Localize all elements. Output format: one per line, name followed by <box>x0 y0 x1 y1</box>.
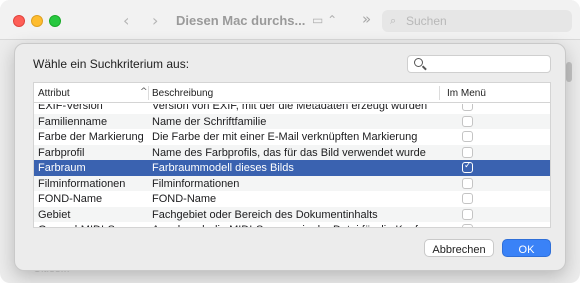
table-row[interactable]: Farbraum Farbraummodell dieses Bilds ✓ <box>34 160 550 176</box>
in-menu-checkbox[interactable] <box>462 208 473 220</box>
scrollbar[interactable] <box>566 62 572 82</box>
minimize-window-button[interactable] <box>31 15 43 27</box>
table-row[interactable]: Filminformationen Filminformationen <box>34 175 550 191</box>
sheet-prompt: Wähle ein Suchkriterium aus: <box>33 57 190 71</box>
row-description: FOND-Name <box>152 193 217 205</box>
close-window-button[interactable] <box>13 15 25 27</box>
attribute-table: Attribut ^ Beschreibung Im Menü EXIF-Ver… <box>33 82 551 228</box>
table-rows: EXIF-Version Version von EXIF, mit der di… <box>34 104 550 227</box>
window-title: Diesen Mac durchs... <box>176 13 306 28</box>
table-row[interactable]: General-MIDI-SequenzAngabe, ob die MIDI-… <box>34 222 550 227</box>
row-attribute: Filminformationen <box>38 177 126 190</box>
row-description: Name der Schriftfamilie <box>152 115 267 128</box>
search-icon <box>414 58 423 67</box>
row-description: Version von EXIF, mit der die Metadaten … <box>152 104 428 112</box>
table-row[interactable]: Farbe der Markierung Die Farbe der mit ei… <box>34 129 550 145</box>
row-attribute: Farbraum <box>38 162 86 174</box>
table-row[interactable]: EXIF-Version Version von EXIF, mit der di… <box>34 104 550 114</box>
row-attribute: Farbprofil <box>38 146 85 159</box>
column-divider[interactable] <box>439 86 440 100</box>
row-description: Angabe, ob die MIDI-Sequenz in der Datei… <box>152 224 434 227</box>
in-menu-checkbox[interactable]: ✓ <box>462 161 473 173</box>
double-chevron-right-icon[interactable]: » <box>362 10 371 28</box>
column-divider[interactable] <box>148 86 149 100</box>
in-menu-checkbox[interactable] <box>462 224 473 227</box>
maximize-window-button[interactable] <box>49 15 61 27</box>
row-attribute: Gebiet <box>38 208 71 221</box>
row-attribute: Farbe der Markierung <box>38 131 144 143</box>
table-row[interactable]: Farbprofil Name des Farbprofils, das für … <box>34 144 550 160</box>
table-row[interactable]: FOND-Name FOND-Name <box>34 191 550 207</box>
row-description: Farbraummodell dieses Bilds <box>152 162 294 174</box>
row-description: Filminformationen <box>152 177 240 190</box>
table-row[interactable]: Familienname Name der Schriftfamilie <box>34 113 550 129</box>
row-description: Fachgebiet oder Bereich des Dokumentinha… <box>152 208 378 221</box>
in-menu-checkbox[interactable] <box>462 131 473 142</box>
in-menu-checkbox[interactable] <box>462 104 473 111</box>
row-description: Name des Farbprofils, das für das Bild v… <box>152 146 426 159</box>
window-titlebar: ‹ › Diesen Mac durchs... ▭ ⌃ » ⌕ Suchen <box>0 0 580 40</box>
row-attribute: Familienname <box>38 115 108 128</box>
sort-ascending-icon[interactable]: ^ <box>140 87 148 97</box>
row-attribute: General-MIDI-Sequenz <box>38 224 150 227</box>
table-body[interactable]: EXIF-Version Version von EXIF, mit der di… <box>34 104 550 227</box>
ok-button[interactable]: OK <box>502 239 551 257</box>
column-header-in-menu[interactable]: Im Menü <box>447 88 486 99</box>
chevron-right-icon[interactable]: › <box>152 11 158 30</box>
in-menu-checkbox[interactable] <box>462 115 473 127</box>
in-menu-checkbox[interactable] <box>462 177 473 189</box>
chevron-left-icon[interactable]: ‹ <box>123 11 129 30</box>
toolbar-search-placeholder: Suchen <box>406 14 447 28</box>
search-icon: ⌕ <box>390 14 397 27</box>
column-header-attribute[interactable]: Attribut <box>38 88 70 99</box>
column-header-description[interactable]: Beschreibung <box>152 88 213 99</box>
criterion-search-input[interactable] <box>428 57 546 71</box>
search-criterion-sheet: Wähle ein Suchkriterium aus: Attribut ^ … <box>14 43 566 271</box>
table-header: Attribut ^ Beschreibung Im Menü <box>34 83 550 103</box>
criterion-search-field[interactable] <box>407 55 551 73</box>
toolbar-search-field[interactable]: ⌕ Suchen <box>382 10 572 32</box>
table-row[interactable]: Gebiet Fachgebiet oder Bereich des Dokume… <box>34 206 550 222</box>
in-menu-checkbox[interactable] <box>462 193 473 204</box>
row-description: Die Farbe der mit einer E-Mail verknüpft… <box>152 131 418 143</box>
row-attribute: FOND-Name <box>38 193 103 205</box>
row-attribute: EXIF-Version <box>38 104 103 112</box>
checkmark-icon: ✓ <box>464 161 472 171</box>
in-menu-checkbox[interactable] <box>462 146 473 158</box>
cancel-button[interactable]: Abbrechen <box>424 239 494 257</box>
view-options-icon[interactable]: ▭ ⌃ <box>312 13 337 27</box>
